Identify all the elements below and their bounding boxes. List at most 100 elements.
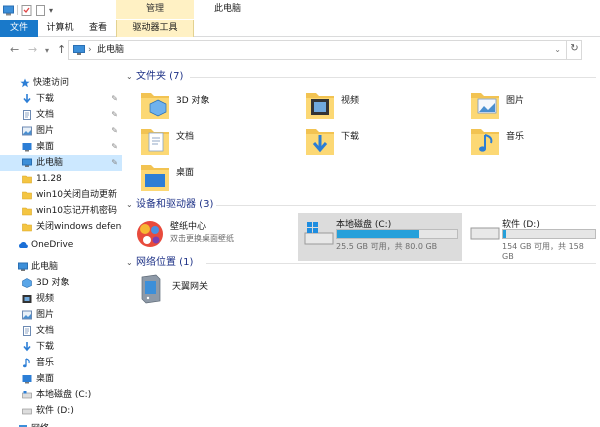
forward-arrow-icon[interactable]: → — [28, 44, 37, 56]
sidebar-item-pictures[interactable]: 图片 — [0, 307, 122, 323]
sidebar-item-network[interactable]: 网络 — [0, 421, 122, 427]
tab-file[interactable]: 文件 — [0, 20, 38, 37]
qat-dropdown-icon[interactable]: ▾ — [49, 6, 53, 15]
section-header-devices[interactable]: ⌄ 设备和驱动器 (3) — [126, 197, 213, 213]
section-divider — [216, 205, 596, 206]
content-pane: ⌄ 文件夹 (7) 3D 对象 视频 图片 文档 下载 音乐 桌面 ⌄ 设备和驱动器… — [122, 63, 600, 427]
sidebar-item-quick-access[interactable]: 快速访问 — [0, 75, 122, 91]
tab-computer[interactable]: 计算机 — [38, 20, 82, 37]
sidebar-item-folder[interactable]: win10关闭自动更新 — [0, 187, 122, 203]
cloud-icon — [18, 240, 28, 250]
pictures-icon — [22, 126, 32, 136]
address-dropdown-icon[interactable]: ⌄ — [554, 41, 561, 59]
ribbon-tabs: 文件 计算机 查看 驱动器工具 — [0, 20, 600, 37]
properties-icon[interactable] — [21, 4, 32, 16]
3d-objects-icon — [22, 278, 32, 288]
pin-icon[interactable]: ✎ — [111, 123, 118, 139]
drive-d-usage-bar — [502, 229, 596, 239]
sidebar-item-local-disk-c[interactable]: 本地磁盘 (C:) — [0, 387, 122, 403]
chevron-down-icon[interactable]: ⌄ — [126, 197, 136, 213]
sidebar-item-pictures[interactable]: 图片 ✎ — [0, 123, 122, 139]
computer-icon — [22, 158, 32, 168]
sidebar-item-folder[interactable]: 11.28 — [0, 171, 122, 187]
folder-videos[interactable]: 视频 — [305, 87, 465, 123]
music-folder-icon — [470, 123, 500, 157]
folder-icon — [22, 206, 32, 216]
pin-icon[interactable]: ✎ — [111, 107, 118, 123]
windows-drive-icon — [304, 221, 334, 250]
tab-view[interactable]: 查看 — [82, 20, 114, 37]
sidebar-item-3d-objects[interactable]: 3D 对象 — [0, 275, 122, 291]
folder-music[interactable]: 音乐 — [470, 123, 600, 159]
sidebar-item-music[interactable]: 音乐 — [0, 355, 122, 371]
folder-pictures[interactable]: 图片 — [470, 87, 600, 123]
download-icon — [22, 342, 32, 352]
download-icon — [22, 94, 32, 104]
pictures-icon — [22, 310, 32, 320]
drive-icon — [22, 390, 32, 400]
sidebar-item-software-d[interactable]: 软件 (D:) — [0, 403, 122, 419]
sidebar-item-videos[interactable]: 视频 — [0, 291, 122, 307]
desktop-folder-icon — [140, 159, 170, 193]
sidebar-item-onedrive[interactable]: OneDrive — [0, 237, 122, 253]
sidebar-item-desktop[interactable]: 桌面 ✎ — [0, 139, 122, 155]
sidebar-item-this-pc[interactable]: 此电脑 — [0, 259, 122, 275]
back-arrow-icon[interactable]: ← — [10, 44, 19, 56]
section-header-network[interactable]: ⌄ 网络位置 (1) — [126, 255, 193, 271]
sidebar-item-this-pc-quick[interactable]: 此电脑 ✎ — [0, 155, 122, 171]
3d-objects-folder-icon — [140, 87, 170, 121]
recent-locations-icon[interactable]: ▾ — [45, 45, 49, 57]
folder-3d-objects[interactable]: 3D 对象 — [140, 87, 300, 123]
section-header-folders[interactable]: ⌄ 文件夹 (7) — [126, 69, 183, 85]
refresh-icon[interactable]: ↻ — [566, 40, 582, 60]
sidebar-item-downloads[interactable]: 下载 ✎ — [0, 91, 122, 107]
section-divider — [206, 263, 596, 264]
drive-c-usage-bar — [336, 229, 458, 239]
window-title: 此电脑 — [214, 4, 242, 14]
tab-drive-tools[interactable]: 驱动器工具 — [116, 20, 194, 37]
network-gateway[interactable]: 天翼网关 — [136, 273, 296, 309]
drive-c-usage-fill — [337, 230, 419, 238]
folder-documents[interactable]: 文档 — [140, 123, 300, 159]
folder-icon — [22, 174, 32, 184]
desktop-icon — [22, 374, 32, 384]
folder-icon — [22, 190, 32, 200]
pictures-folder-icon — [470, 87, 500, 121]
wallpaper-app-icon — [134, 218, 166, 253]
chevron-down-icon[interactable]: ⌄ — [126, 255, 136, 271]
document-icon — [22, 326, 32, 336]
sidebar-item-downloads[interactable]: 下载 — [0, 339, 122, 355]
documents-folder-icon — [140, 123, 170, 157]
chevron-down-icon[interactable]: ⌄ — [126, 69, 136, 85]
section-divider — [190, 77, 596, 78]
pin-icon[interactable]: ✎ — [111, 139, 118, 155]
sidebar-item-folder[interactable]: win10忘记开机密码 — [0, 203, 122, 219]
pin-icon[interactable]: ✎ — [111, 91, 118, 107]
folder-desktop[interactable]: 桌面 — [140, 159, 300, 195]
pin-icon[interactable]: ✎ — [111, 155, 118, 171]
sidebar-item-desktop[interactable]: 桌面 — [0, 371, 122, 387]
drive-icon — [470, 227, 500, 244]
computer-icon[interactable] — [3, 5, 14, 16]
address-bar[interactable]: › 此电脑 ⌄ — [68, 40, 582, 60]
up-arrow-icon[interactable]: ↑ — [57, 44, 66, 56]
downloads-folder-icon — [305, 123, 335, 157]
sidebar-item-documents[interactable]: 文档 ✎ — [0, 107, 122, 123]
drive-local-c[interactable]: 本地磁盘 (C:) 25.5 GB 可用，共 80.0 GB — [298, 213, 462, 261]
sidebar-item-documents[interactable]: 文档 — [0, 323, 122, 339]
router-icon — [136, 273, 166, 307]
folder-icon — [22, 222, 32, 232]
computer-icon — [18, 262, 28, 272]
drive-software-d[interactable]: 软件 (D:) 154 GB 可用，共 158 GB — [466, 213, 598, 261]
sidebar-item-folder[interactable]: 关闭windows defender — [0, 219, 122, 235]
manage-context-tab[interactable]: 管理 — [116, 0, 194, 19]
title-bar: ▾ 管理 此电脑 — [0, 0, 600, 20]
drive-icon — [22, 406, 32, 416]
navigation-pane: 快速访问 下载 ✎ 文档 ✎ 图片 ✎ 桌面 ✎ 此电脑 ✎ 11.28 win… — [0, 63, 122, 427]
computer-icon — [73, 45, 85, 58]
new-folder-icon[interactable] — [35, 4, 46, 16]
drive-d-usage-fill — [503, 230, 506, 238]
chevron-right-icon[interactable]: › — [88, 41, 92, 59]
folder-downloads[interactable]: 下载 — [305, 123, 465, 159]
desktop-icon — [22, 142, 32, 152]
